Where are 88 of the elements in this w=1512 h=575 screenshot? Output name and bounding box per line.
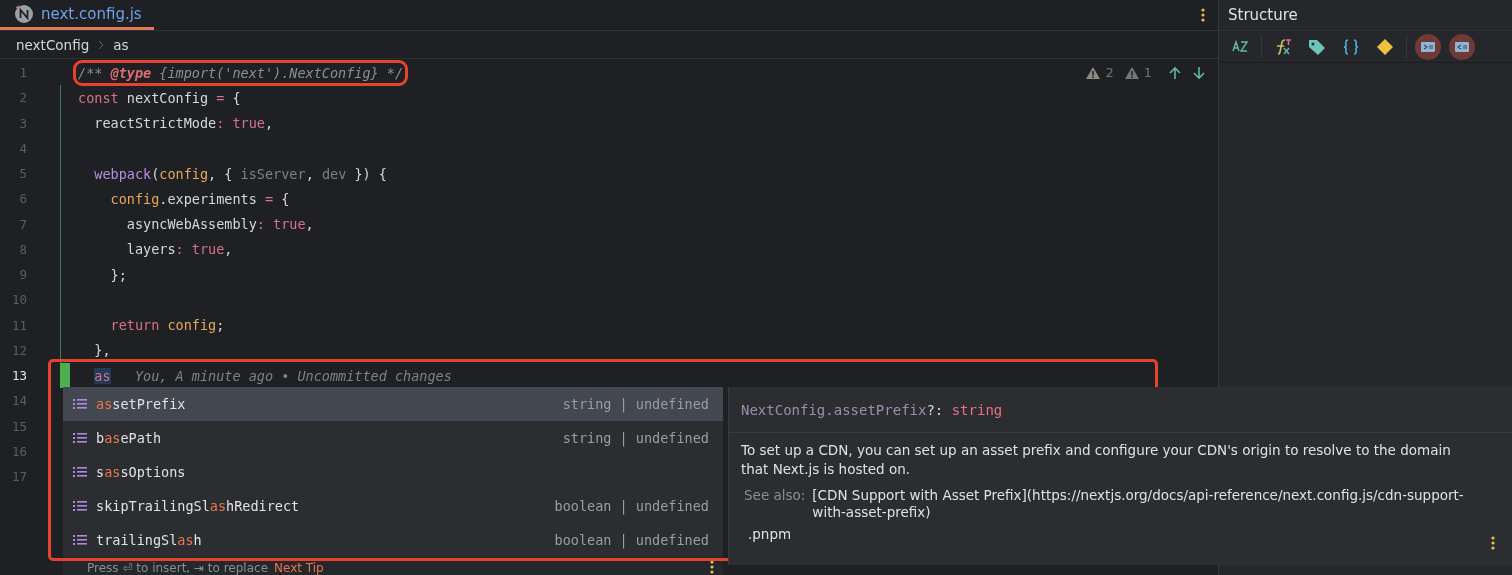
code-keyword: return (109, 317, 161, 334)
code-text: , (305, 216, 314, 233)
line-number: 12 (10, 342, 27, 358)
breadcrumb-item[interactable]: nextConfig (16, 36, 90, 53)
arrow-up-icon (1168, 65, 1182, 80)
next-tip-link[interactable]: Next Tip (274, 562, 324, 575)
code-text: asyncWebAssembly (125, 216, 257, 233)
blame-annotation: You, A minute ago • Uncommitted changes (134, 367, 452, 384)
code-parameter: config (167, 317, 217, 334)
line-number: 10 (10, 292, 27, 308)
code-parameter: config (109, 190, 160, 207)
breadcrumb-item[interactable]: as (113, 36, 129, 53)
arrow-down-icon (1192, 65, 1206, 80)
diamond-icon[interactable] (1375, 36, 1395, 57)
code-keyword: : true (216, 115, 265, 132)
code-parameter: config (159, 165, 209, 182)
completion-item[interactable]: sas sOptions (63, 455, 723, 489)
property-icon (73, 398, 87, 410)
line-number: 5 (18, 166, 27, 182)
unused-parameter: isServer (240, 165, 306, 182)
code-text: { (232, 89, 241, 106)
line-number: 11 (10, 317, 27, 333)
doc-tag: @type (110, 64, 152, 81)
line-number: 13 (10, 368, 27, 384)
warning-icon (1123, 65, 1140, 80)
code-comment: {import('next').NextConfig} */ (158, 64, 404, 81)
file-tab[interactable]: next.config.js (0, 0, 154, 30)
doc-type: string (951, 401, 1003, 418)
line-number: 15 (10, 418, 27, 434)
more-options-icon (1200, 7, 1206, 23)
code-keyword: : true (175, 241, 225, 258)
warning-icon (1085, 65, 1102, 80)
code-keyword: : true (256, 216, 306, 233)
code-text: , (264, 115, 274, 132)
property-icon (73, 534, 87, 546)
see-also-label: See also: (744, 487, 806, 505)
code-text: , { (208, 165, 234, 182)
code-text: layers (125, 241, 176, 258)
function-name: webpack (93, 165, 152, 182)
property-icon (73, 432, 87, 444)
hint-text: Press ⏎ to insert, ⇥ to replace (87, 562, 269, 575)
property-icon (73, 466, 87, 478)
line-number: 6 (18, 191, 27, 207)
completion-item[interactable]: trailingSlash boolean | undefined (63, 523, 723, 557)
code-text: }) { (353, 165, 387, 182)
code-text: ( (151, 165, 160, 182)
doc-location: .pnpm (747, 525, 793, 542)
line-number: 14 (10, 393, 27, 409)
line-number: 3 (18, 115, 27, 131)
line-number: 16 (10, 443, 27, 459)
braces-icon[interactable] (1341, 36, 1361, 57)
code-text: }; (109, 266, 127, 283)
code-text: }, (93, 342, 111, 359)
line-number: 9 (18, 267, 27, 283)
chevron-icon (97, 39, 106, 50)
see-also-text: [CDN Support with Asset Prefix](https://nextjs.org/docs/api-reference/next.config.js/cdn-support-with-asset-prefix) (812, 487, 1465, 521)
warning-count: 1 (1143, 65, 1152, 80)
line-number: 4 (18, 140, 27, 156)
code-text: ; (216, 317, 225, 334)
unused-parameter: dev (321, 165, 347, 182)
typed-text: as (94, 367, 111, 384)
completion-item[interactable]: basePath string | undefined (63, 421, 723, 455)
code-keyword: = (216, 89, 226, 106)
doc-description: To set up a CDN, you can set up an asset prefix and configure your CDN's origin to resolve to the domain that Next.js is hosted on. (740, 441, 1452, 479)
line-number: 17 (10, 469, 27, 485)
more-options-icon (709, 559, 715, 575)
code-text: nextConfig (126, 89, 210, 106)
completion-item[interactable]: assetPrefix string | undefined (63, 387, 723, 421)
property-icon (73, 500, 87, 512)
line-number: 2 (18, 90, 27, 106)
code-keyword: = (264, 190, 275, 207)
code-text: { (281, 190, 290, 207)
code-text: , (305, 165, 315, 182)
code-text: .experiments (159, 190, 258, 207)
code-text: , (224, 241, 233, 258)
code-text: reactStrictMode (93, 115, 217, 132)
doc-signature: ?: (926, 401, 944, 418)
nextjs-file-icon (14, 3, 34, 24)
more-options-icon (1490, 535, 1496, 551)
panel-title: Structure (1227, 5, 1299, 26)
code-comment: /** (78, 64, 104, 81)
line-number: 1 (18, 65, 27, 81)
line-number: 8 (18, 241, 27, 257)
warning-count: 2 (1105, 65, 1114, 80)
doc-signature: NextConfig.assetPrefix (741, 401, 927, 418)
code-keyword: const (78, 89, 120, 106)
line-number: 7 (18, 216, 27, 232)
completion-item[interactable]: skipTrailingSlashRedirect boolean | undefined (63, 489, 723, 523)
